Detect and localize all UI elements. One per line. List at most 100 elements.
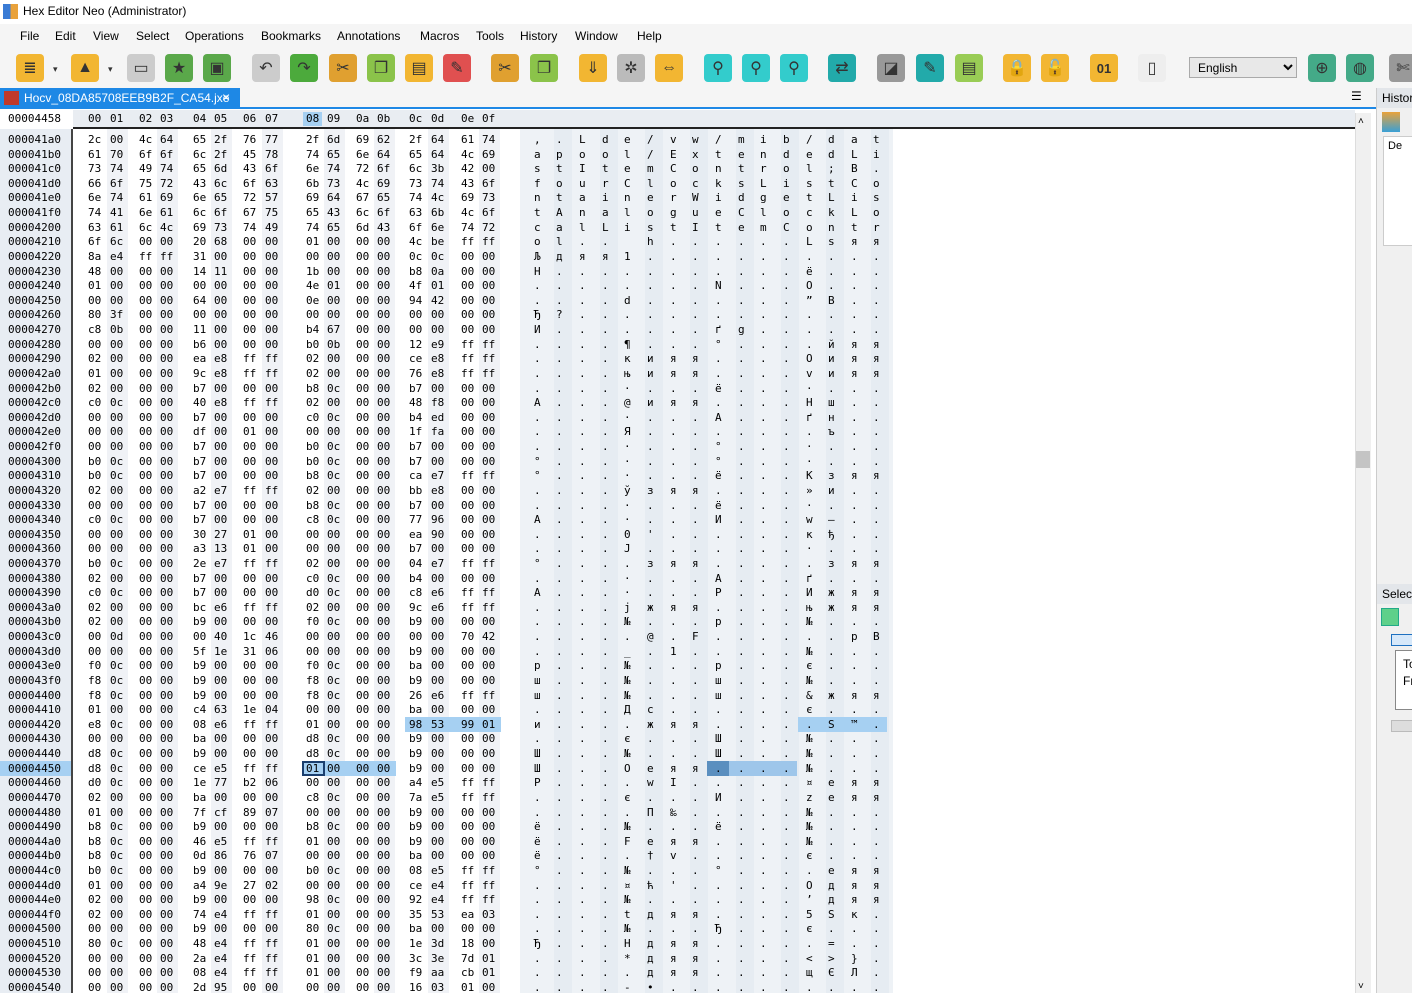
- hex-byte[interactable]: 00: [139, 689, 152, 703]
- hex-byte[interactable]: 00: [461, 747, 474, 761]
- hex-byte[interactable]: e8: [214, 352, 227, 366]
- text-char[interactable]: .: [692, 382, 699, 396]
- hex-byte[interactable]: 73: [327, 177, 340, 191]
- text-char[interactable]: r: [760, 162, 767, 176]
- text-char[interactable]: .: [692, 615, 699, 629]
- hex-byte[interactable]: ff: [461, 893, 474, 907]
- hex-byte[interactable]: e6: [431, 689, 444, 703]
- hex-byte[interactable]: b0: [306, 338, 319, 352]
- hex-byte[interactable]: ff: [243, 484, 256, 498]
- hex-byte[interactable]: 00: [482, 659, 495, 673]
- hex-byte[interactable]: 00: [243, 382, 256, 396]
- hex-byte[interactable]: 00: [160, 864, 173, 878]
- hex-byte[interactable]: 00: [265, 513, 278, 527]
- hex-byte[interactable]: ff: [482, 338, 495, 352]
- history-list[interactable]: De: [1383, 136, 1412, 246]
- text-char[interactable]: .: [624, 966, 631, 980]
- text-char[interactable]: №: [806, 615, 813, 629]
- hex-byte[interactable]: 80: [88, 308, 101, 322]
- text-char[interactable]: .: [602, 659, 609, 673]
- hex-byte[interactable]: 00: [214, 323, 227, 337]
- text-char[interactable]: .: [873, 908, 880, 922]
- text-char[interactable]: L: [851, 148, 858, 162]
- text-char[interactable]: .: [670, 469, 677, 483]
- hex-byte[interactable]: 00: [377, 615, 390, 629]
- hex-byte[interactable]: 1e: [193, 776, 206, 790]
- hex-byte[interactable]: 89: [243, 806, 256, 820]
- text-char[interactable]: .: [738, 279, 745, 293]
- language-select[interactable]: English: [1189, 57, 1297, 78]
- hex-byte[interactable]: b9: [409, 762, 422, 776]
- text-char[interactable]: .: [670, 382, 677, 396]
- hex-byte[interactable]: 2e: [193, 557, 206, 571]
- hex-byte[interactable]: ff: [461, 879, 474, 893]
- hex-byte[interactable]: 00: [139, 542, 152, 556]
- hex-byte[interactable]: 6c: [193, 148, 206, 162]
- text-char[interactable]: .: [783, 601, 790, 615]
- text-char[interactable]: C: [783, 221, 790, 235]
- text-char[interactable]: .: [647, 425, 654, 439]
- hex-byte[interactable]: 08: [409, 864, 422, 878]
- hex-byte[interactable]: 45: [243, 148, 256, 162]
- menu-history[interactable]: History: [520, 29, 557, 43]
- hex-byte[interactable]: 00: [306, 528, 319, 542]
- hex-byte[interactable]: 00: [88, 966, 101, 980]
- hex-byte[interactable]: 00: [461, 732, 474, 746]
- text-char[interactable]: n: [534, 191, 541, 205]
- text-char[interactable]: .: [760, 615, 767, 629]
- text-char[interactable]: @: [624, 396, 631, 410]
- text-char[interactable]: .: [534, 411, 541, 425]
- text-char[interactable]: .: [715, 425, 722, 439]
- text-char[interactable]: S: [828, 718, 835, 732]
- text-char[interactable]: .: [602, 396, 609, 410]
- text-char[interactable]: .: [647, 893, 654, 907]
- text-char[interactable]: .: [692, 542, 699, 556]
- hex-byte[interactable]: 00: [461, 323, 474, 337]
- hex-byte[interactable]: 00: [461, 528, 474, 542]
- hex-byte[interactable]: 4c: [356, 177, 369, 191]
- hex-byte[interactable]: 00: [377, 922, 390, 936]
- hex-byte[interactable]: 00: [265, 893, 278, 907]
- hex-byte[interactable]: 00: [461, 572, 474, 586]
- hex-byte[interactable]: 68: [214, 235, 227, 249]
- text-char[interactable]: є: [806, 659, 813, 673]
- text-char[interactable]: .: [692, 411, 699, 425]
- text-char[interactable]: .: [556, 542, 563, 556]
- text-char[interactable]: .: [873, 382, 880, 396]
- hex-byte[interactable]: 72: [160, 177, 173, 191]
- binary-icon[interactable]: 01: [1090, 54, 1118, 82]
- hex-byte[interactable]: 00: [139, 265, 152, 279]
- hex-byte[interactable]: 00: [431, 835, 444, 849]
- text-char[interactable]: .: [783, 235, 790, 249]
- hex-byte[interactable]: 00: [110, 601, 123, 615]
- text-char[interactable]: .: [738, 235, 745, 249]
- text-char[interactable]: .: [851, 820, 858, 834]
- text-char[interactable]: l: [624, 148, 631, 162]
- hex-byte[interactable]: 0c: [327, 747, 340, 761]
- hex-byte[interactable]: 00: [327, 557, 340, 571]
- text-char[interactable]: .: [760, 513, 767, 527]
- text-char[interactable]: .: [738, 615, 745, 629]
- hex-byte[interactable]: a2: [193, 484, 206, 498]
- text-char[interactable]: .: [579, 308, 586, 322]
- text-char[interactable]: я: [670, 367, 677, 381]
- text-char[interactable]: ‰: [670, 806, 677, 820]
- text-char[interactable]: .: [715, 528, 722, 542]
- text-char[interactable]: .: [670, 659, 677, 673]
- text-char[interactable]: .: [579, 820, 586, 834]
- hex-byte[interactable]: 00: [356, 367, 369, 381]
- text-char[interactable]: .: [715, 601, 722, 615]
- hex-byte[interactable]: 00: [482, 732, 495, 746]
- hex-byte[interactable]: 00: [356, 308, 369, 322]
- text-char[interactable]: я: [670, 601, 677, 615]
- text-char[interactable]: .: [670, 630, 677, 644]
- hex-byte[interactable]: 00: [327, 966, 340, 980]
- hex-byte[interactable]: 00: [461, 835, 474, 849]
- text-char[interactable]: ѕ: [828, 235, 835, 249]
- hex-byte[interactable]: 00: [306, 250, 319, 264]
- text-char[interactable]: .: [556, 352, 563, 366]
- text-char[interactable]: .: [738, 776, 745, 790]
- hex-byte[interactable]: 00: [214, 513, 227, 527]
- text-char[interactable]: .: [760, 265, 767, 279]
- modify-icon[interactable]: ✎: [916, 54, 944, 82]
